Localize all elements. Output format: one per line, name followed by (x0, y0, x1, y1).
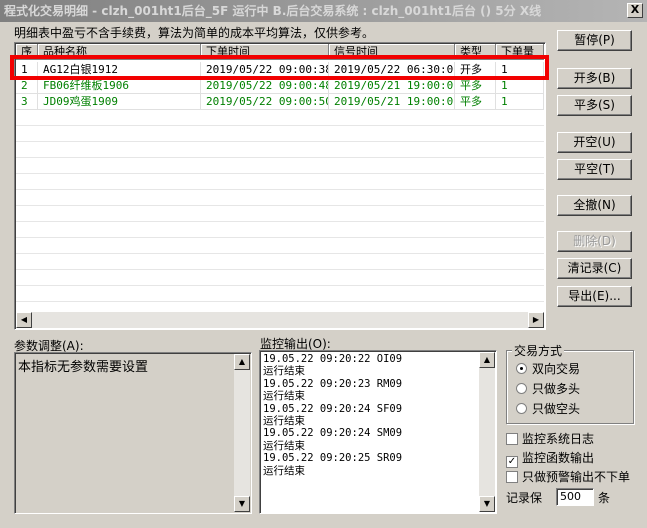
scroll-down-icon[interactable]: ▼ (479, 496, 495, 512)
radio-selected-icon (516, 363, 527, 374)
checkbox-function-output[interactable]: ✓ 监控函数输出 (506, 449, 594, 468)
export-button[interactable]: 导出(E)... (557, 286, 632, 307)
close-short-button[interactable]: 平空(T) (557, 159, 632, 180)
radio-icon (516, 383, 527, 394)
scroll-left-icon[interactable]: ◀ (16, 312, 32, 328)
scroll-down-icon[interactable]: ▼ (234, 496, 250, 512)
params-scrollbar[interactable]: ▲ ▼ (234, 354, 250, 512)
checkbox-icon (506, 433, 518, 445)
close-icon[interactable]: X (627, 3, 643, 18)
radio-short-only[interactable]: 只做空头 (516, 400, 580, 417)
table-row[interactable]: 2 FB06纤维板1906 2019/05/22 09:00:48 2019/0… (16, 78, 544, 94)
window-title: 程式化交易明细 - clzh_001ht1后台_5F 运行中 B.后台交易系统 … (0, 0, 647, 22)
checkmark-icon: ✓ (506, 456, 518, 468)
pause-button[interactable]: 暂停(P) (557, 30, 632, 51)
highlight-box (10, 55, 549, 80)
clear-log-button[interactable]: 清记录(C) (557, 258, 632, 279)
monitor-text: 19.05.22 09:20:22 OI09 运行结束 19.05.22 09:… (263, 353, 403, 477)
radio-both-directions[interactable]: 双向交易 (516, 360, 580, 377)
delete-button: 删除(D) (557, 231, 632, 252)
records-label: 记录保 (506, 491, 543, 505)
close-long-button[interactable]: 平多(S) (557, 95, 632, 116)
description-text: 明细表中盈亏不含手续费，算法为简单的成本平均算法，仅供参考。 (14, 26, 375, 40)
scroll-up-icon[interactable]: ▲ (234, 354, 250, 370)
radio-long-only[interactable]: 只做多头 (516, 380, 580, 397)
cancel-all-button[interactable]: 全撤(N) (557, 195, 632, 216)
detail-table[interactable]: 序 品种名称 下单时间 信号时间 类型 下单量 1 AG12白银1912 201… (14, 42, 546, 330)
monitor-scrollbar[interactable]: ▲ ▼ (479, 352, 495, 512)
records-unit: 条 (598, 491, 611, 505)
table-row[interactable]: 3 JD09鸡蛋1909 2019/05/22 09:00:50 2019/05… (16, 94, 544, 110)
monitor-output[interactable]: 19.05.22 09:20:22 OI09 运行结束 19.05.22 09:… (259, 350, 497, 514)
scroll-up-icon[interactable]: ▲ (479, 352, 495, 368)
checkbox-icon (506, 471, 518, 483)
params-text: 本指标无参数需要设置 (18, 360, 149, 375)
params-box[interactable]: 本指标无参数需要设置 ▲ ▼ (14, 352, 252, 514)
checkbox-system-log[interactable]: 监控系统日志 (506, 430, 594, 447)
open-short-button[interactable]: 开空(U) (557, 132, 632, 153)
scroll-right-icon[interactable]: ▶ (528, 312, 544, 328)
open-long-button[interactable]: 开多(B) (557, 68, 632, 89)
checkbox-warning-only[interactable]: 只做预警输出不下单 (506, 468, 630, 485)
table-horizontal-scrollbar[interactable]: ◀ ▶ (16, 312, 544, 328)
radio-icon (516, 403, 527, 414)
trade-mode-label: 交易方式 (512, 342, 565, 359)
records-input[interactable]: 500 (556, 488, 594, 506)
